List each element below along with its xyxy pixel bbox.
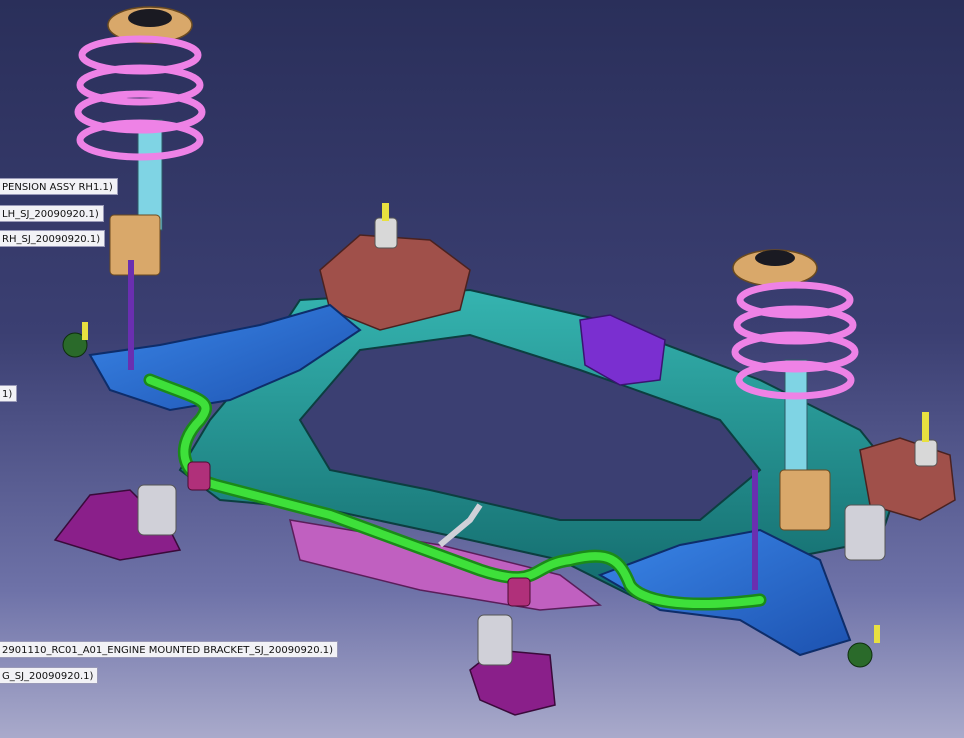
engine-mount-left[interactable] <box>319 203 471 331</box>
ball-joint-left[interactable] <box>62 322 88 358</box>
bracket-lower-center[interactable] <box>469 614 556 716</box>
bracket-lower-left[interactable] <box>53 484 182 561</box>
tree-label-suspension-assy-rh[interactable]: PENSION ASSY RH1.1) <box>0 178 118 195</box>
tree-label-g-sj[interactable]: G_SJ_20090920.1) <box>0 667 99 684</box>
suspension-model[interactable] <box>0 0 964 738</box>
tree-label-lh-sj[interactable]: LH_SJ_20090920.1) <box>0 205 104 222</box>
ball-joint-right[interactable] <box>847 625 880 668</box>
tree-label-part[interactable]: 1) <box>0 385 18 402</box>
tree-label-engine-mounted-bracket[interactable]: 2901110_RC01_A01_ENGINE MOUNTED BRACKET_… <box>0 641 339 658</box>
engine-mount-right[interactable] <box>859 412 956 521</box>
3d-viewport[interactable]: PENSION ASSY RH1.1) LH_SJ_20090920.1) RH… <box>0 0 964 738</box>
tree-label-rh-sj[interactable]: RH_SJ_20090920.1) <box>0 230 106 247</box>
